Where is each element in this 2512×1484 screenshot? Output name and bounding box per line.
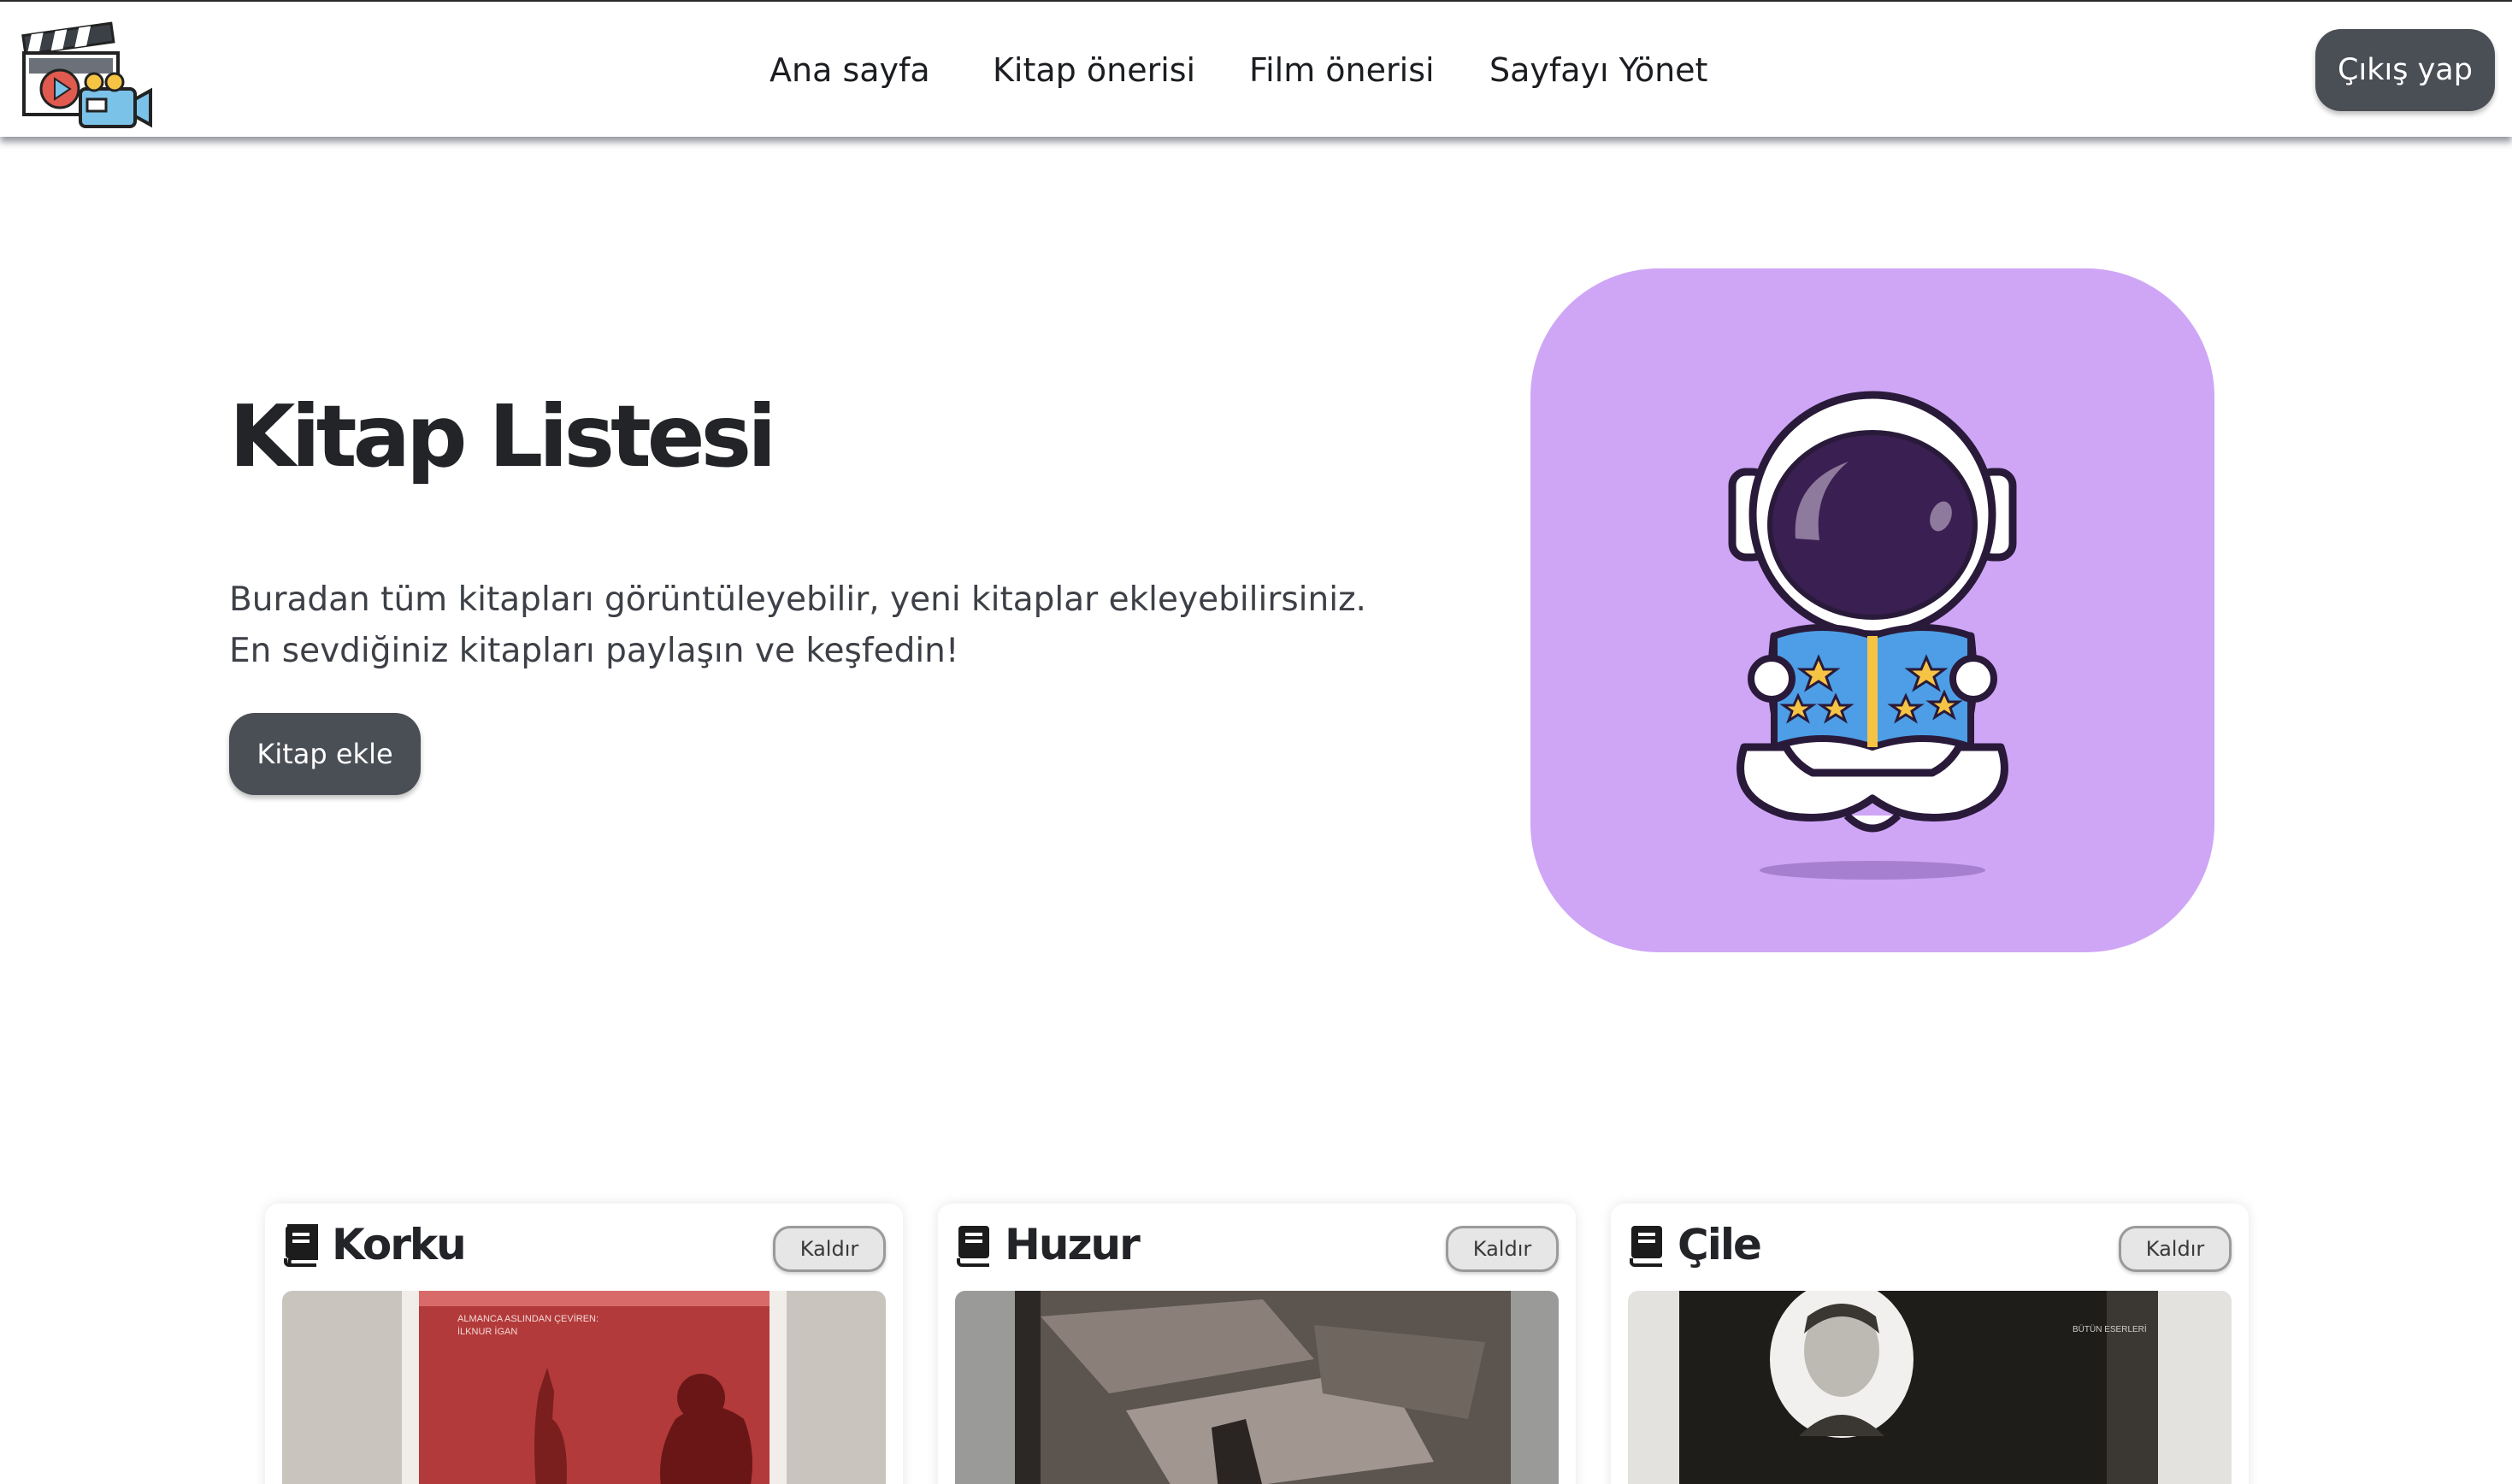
book-cover-image: BÜTÜN ESERLERİ <box>1628 1291 2232 1484</box>
book-title: Huzur <box>1005 1220 1141 1269</box>
svg-text:İLKNUR İGAN: İLKNUR İGAN <box>457 1326 517 1337</box>
book-icon <box>957 1226 989 1267</box>
book-icon <box>284 1224 318 1267</box>
remove-book-button[interactable]: Kaldır <box>2119 1226 2232 1272</box>
film-clapper-camera-icon[interactable] <box>19 14 152 132</box>
svg-text:ALMANCA ASLINDAN ÇEVİREN:: ALMANCA ASLINDAN ÇEVİREN: <box>457 1313 599 1324</box>
book-card-huzur: Huzur Kaldır <box>938 1204 1576 1484</box>
book-title: Korku <box>332 1220 467 1269</box>
remove-book-button[interactable]: Kaldır <box>1446 1226 1559 1272</box>
book-card-header: Çile Kaldır <box>1628 1217 2232 1272</box>
description-line-1: Buradan tüm kitapları görüntüleyebilir, … <box>229 580 1366 619</box>
book-card-header: Korku Kaldır <box>282 1217 886 1272</box>
book-cover-image <box>955 1291 1559 1484</box>
book-card-cile: Çile Kaldır BÜTÜN ESERLERİ <box>1611 1204 2249 1484</box>
page-title: Kitap Listesi <box>229 386 776 486</box>
page-description: Buradan tüm kitapları görüntüleyebilir, … <box>229 574 1426 677</box>
top-navbar: Ana sayfa Kitap önerisi Film önerisi Say… <box>0 0 2512 137</box>
book-card-korku: Korku Kaldır ALMANCA ASLINDAN ÇEVİREN: İ… <box>265 1204 903 1484</box>
svg-text:BÜTÜN ESERLERİ: BÜTÜN ESERLERİ <box>2073 1323 2147 1334</box>
add-book-button[interactable]: Kitap ekle <box>229 713 421 795</box>
nav-link-film-suggestion[interactable]: Film önerisi <box>1249 46 1435 94</box>
book-icon <box>1630 1226 1662 1267</box>
logout-button[interactable]: Çıkış yap <box>2315 29 2495 111</box>
nav-link-home[interactable]: Ana sayfa <box>770 46 930 94</box>
astronaut-reading-book-icon <box>1728 391 2017 880</box>
description-line-2: En sevdiğiniz kitapları paylaşın ve keşf… <box>229 632 959 670</box>
remove-book-button[interactable]: Kaldır <box>773 1226 886 1272</box>
nav-link-book-suggestion[interactable]: Kitap önerisi <box>993 46 1195 94</box>
hero-illustration <box>1530 268 2214 952</box>
book-title: Çile <box>1678 1220 1762 1269</box>
nav-link-manage-page[interactable]: Sayfayı Yönet <box>1489 46 1707 94</box>
book-card-header: Huzur Kaldır <box>955 1217 1559 1272</box>
book-cover-image: ALMANCA ASLINDAN ÇEVİREN: İLKNUR İGAN <box>282 1291 886 1484</box>
